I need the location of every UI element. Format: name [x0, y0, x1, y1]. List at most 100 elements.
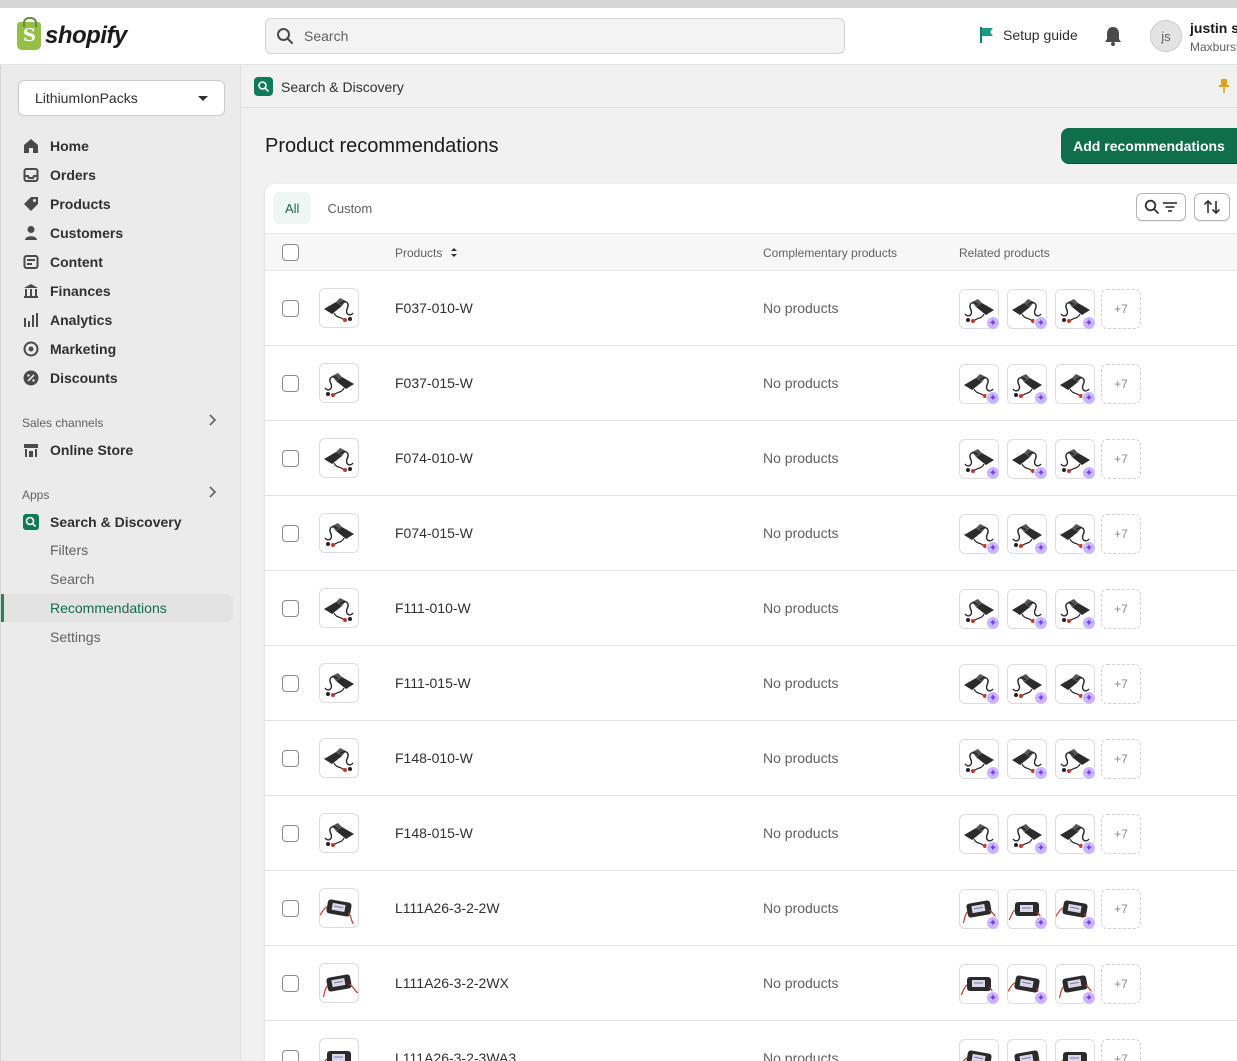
- sidebar-item-online-store[interactable]: Online Store: [23, 438, 133, 462]
- product-name[interactable]: F074-015-W: [395, 525, 473, 541]
- more-related-count[interactable]: +7: [1101, 589, 1141, 629]
- avatar[interactable]: js: [1150, 20, 1182, 52]
- sidebar-item-finances[interactable]: Finances: [23, 279, 111, 303]
- row-checkbox[interactable]: [282, 825, 299, 842]
- column-complementary: Complementary products: [763, 246, 898, 260]
- ai-sparkle-icon: ✦: [1034, 466, 1048, 480]
- row-checkbox[interactable]: [282, 975, 299, 992]
- table-row[interactable]: F037-010-W No products ✦ ✦ ✦ +7: [265, 271, 1237, 346]
- row-checkbox[interactable]: [282, 900, 299, 917]
- row-checkbox[interactable]: [282, 375, 299, 392]
- product-name[interactable]: F037-010-W: [395, 300, 473, 316]
- ai-sparkle-icon: ✦: [986, 991, 1000, 1005]
- product-name[interactable]: L111A26-3-2-2WX: [395, 975, 509, 991]
- notifications-bell-icon[interactable]: [1103, 25, 1123, 52]
- table-row[interactable]: F148-010-W No products ✦ ✦ ✦ +7: [265, 721, 1237, 796]
- product-name[interactable]: L111A26-3-2-2W: [395, 900, 500, 916]
- sidebar-item-orders[interactable]: Orders: [23, 163, 96, 187]
- related-product-thumbnail[interactable]: [1007, 1039, 1047, 1061]
- table-row[interactable]: F111-010-W No products ✦ ✦ ✦ +7: [265, 571, 1237, 646]
- ai-sparkle-icon: ✦: [986, 391, 1000, 405]
- add-recommendations-button[interactable]: Add recommendations: [1061, 128, 1237, 164]
- product-thumbnail: [319, 663, 359, 703]
- row-checkbox[interactable]: [282, 600, 299, 617]
- sidebar-item-products[interactable]: Products: [23, 192, 111, 216]
- product-name[interactable]: F074-010-W: [395, 450, 473, 466]
- sidebar-subitem-filters[interactable]: Filters: [50, 542, 88, 558]
- chevron-right-icon[interactable]: [208, 414, 217, 429]
- select-all-checkbox[interactable]: [282, 244, 299, 261]
- more-related-count[interactable]: +7: [1101, 289, 1141, 329]
- more-related-count[interactable]: +7: [1101, 514, 1141, 554]
- product-name[interactable]: L111A26-3-2-3WA3: [395, 1050, 516, 1061]
- product-name[interactable]: F037-015-W: [395, 375, 473, 391]
- pin-icon[interactable]: [1219, 78, 1229, 97]
- more-related-count[interactable]: +7: [1101, 964, 1141, 1004]
- chevron-right-icon[interactable]: [208, 486, 217, 501]
- sidebar-item-marketing[interactable]: Marketing: [23, 337, 116, 361]
- more-related-count[interactable]: +7: [1101, 739, 1141, 779]
- app-title[interactable]: Search & Discovery: [281, 79, 404, 95]
- more-related-count[interactable]: +7: [1101, 1039, 1141, 1061]
- user-name[interactable]: justin si: [1190, 20, 1237, 36]
- apps-heading[interactable]: Apps: [22, 488, 49, 502]
- tab-custom[interactable]: Custom: [315, 192, 384, 224]
- store-selector[interactable]: LithiumIonPacks: [18, 80, 225, 116]
- more-related-count[interactable]: +7: [1101, 664, 1141, 704]
- sidebar-item-search-discovery[interactable]: Search & Discovery: [23, 510, 182, 534]
- tab-all[interactable]: All: [273, 192, 312, 224]
- sidebar-item-label: Customers: [50, 225, 124, 241]
- table-row[interactable]: L111A26-3-2-2W No products ✦ ✦ ✦ +7: [265, 871, 1237, 946]
- table-row[interactable]: F037-015-W No products ✦ ✦ ✦ +7: [265, 346, 1237, 421]
- more-related-count[interactable]: +7: [1101, 814, 1141, 854]
- sidebar-item-content[interactable]: Content: [23, 250, 103, 274]
- ai-sparkle-icon: ✦: [1034, 691, 1048, 705]
- row-checkbox[interactable]: [282, 450, 299, 467]
- sidebar-subitem-recommendations[interactable]: Recommendations: [50, 600, 167, 616]
- column-products[interactable]: Products: [395, 246, 458, 260]
- search-input[interactable]: [304, 28, 824, 44]
- table-row[interactable]: L111A26-3-2-3WA3 No products ✦✦✦ +7: [265, 1021, 1237, 1061]
- row-checkbox[interactable]: [282, 1050, 299, 1061]
- sort-caret-icon: [450, 248, 457, 257]
- search-discovery-app-icon: [254, 77, 273, 96]
- product-name[interactable]: F111-015-W: [395, 675, 471, 691]
- sidebar-item-label: Finances: [50, 283, 111, 299]
- table-row[interactable]: F111-015-W No products ✦ ✦ ✦ +7: [265, 646, 1237, 721]
- related-product-thumbnail[interactable]: [1055, 1039, 1095, 1061]
- row-checkbox[interactable]: [282, 675, 299, 692]
- table-row[interactable]: F074-010-W No products ✦ ✦ ✦ +7: [265, 421, 1237, 496]
- table-row[interactable]: F148-015-W No products ✦ ✦ ✦ +7: [265, 796, 1237, 871]
- sidebar-item-customers[interactable]: Customers: [23, 221, 123, 245]
- product-thumbnail: [319, 513, 359, 553]
- shopify-logo[interactable]: S shopify: [17, 17, 127, 50]
- product-thumbnail: [319, 1038, 359, 1061]
- flag-icon: [980, 27, 993, 43]
- store-selector-label: LithiumIonPacks: [35, 90, 138, 106]
- sidebar-subitem-settings[interactable]: Settings: [50, 629, 101, 645]
- sort-button[interactable]: [1194, 193, 1230, 221]
- search-filter-button[interactable]: [1136, 193, 1186, 221]
- more-related-count[interactable]: +7: [1101, 439, 1141, 479]
- sidebar-item-home[interactable]: Home: [23, 134, 89, 158]
- setup-guide-button[interactable]: Setup guide: [979, 26, 1078, 44]
- table-row[interactable]: L111A26-3-2-2WX No products ✦ ✦ ✦ +7: [265, 946, 1237, 1021]
- product-name[interactable]: F148-015-W: [395, 825, 473, 841]
- recommendations-table-card: All Custom Products Complementary produc…: [265, 184, 1237, 1061]
- sidebar-item-discounts[interactable]: Discounts: [23, 366, 118, 390]
- table-row[interactable]: F074-015-W No products ✦ ✦ ✦ +7: [265, 496, 1237, 571]
- sidebar-subitem-search[interactable]: Search: [50, 571, 94, 587]
- product-name[interactable]: F111-010-W: [395, 600, 471, 616]
- row-checkbox[interactable]: [282, 750, 299, 767]
- ai-sparkle-icon: ✦: [1082, 691, 1096, 705]
- more-related-count[interactable]: +7: [1101, 364, 1141, 404]
- product-name[interactable]: F148-010-W: [395, 750, 473, 766]
- more-related-count[interactable]: +7: [1101, 889, 1141, 929]
- related-product-thumbnail[interactable]: [959, 1039, 999, 1061]
- sales-channels-heading[interactable]: Sales channels: [22, 416, 103, 430]
- global-search[interactable]: [265, 18, 845, 54]
- caret-down-icon: [198, 95, 208, 101]
- row-checkbox[interactable]: [282, 300, 299, 317]
- sidebar-item-analytics[interactable]: Analytics: [23, 308, 112, 332]
- row-checkbox[interactable]: [282, 525, 299, 542]
